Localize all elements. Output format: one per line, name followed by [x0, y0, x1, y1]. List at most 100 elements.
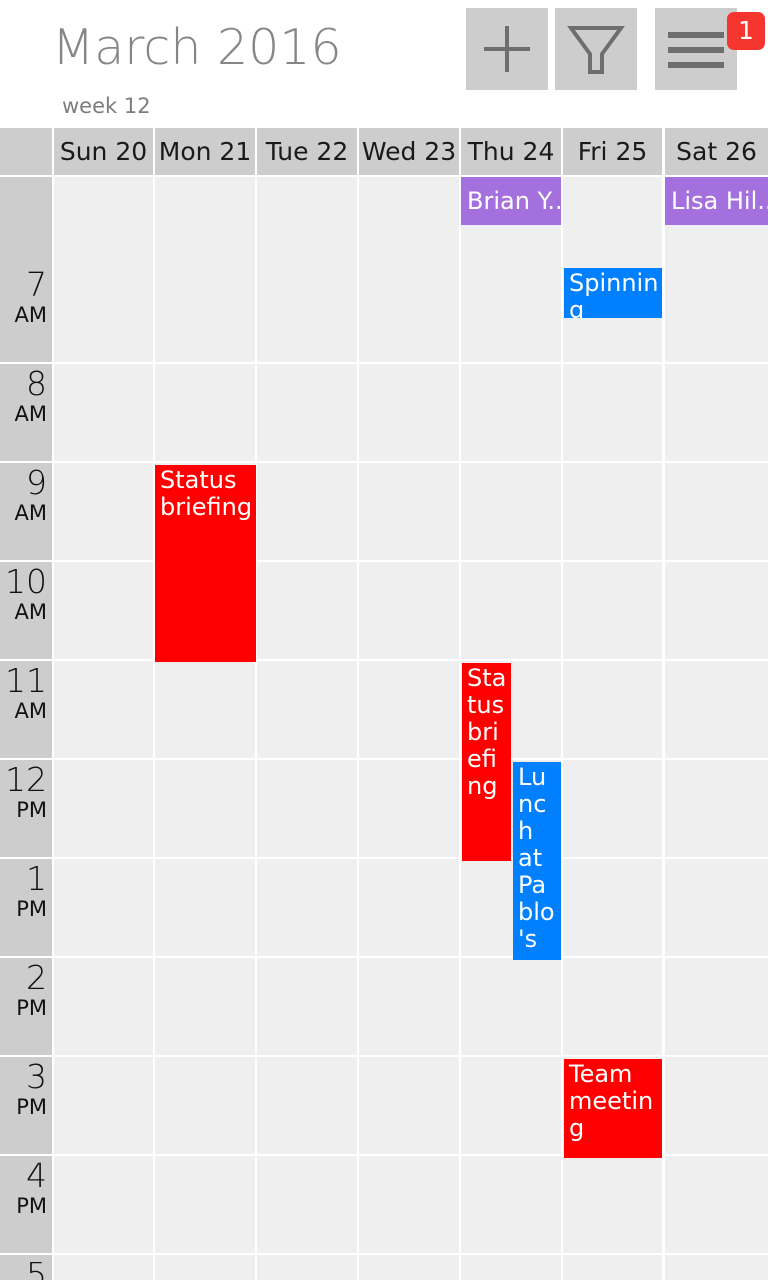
day-header-thu-24[interactable]: Thu 24 [461, 128, 561, 175]
day-header-sat-26[interactable]: Sat 26 [665, 128, 768, 175]
time-slot-cell[interactable] [54, 1156, 153, 1253]
time-slot-cell[interactable] [359, 1156, 459, 1253]
time-slot-cell[interactable] [54, 1255, 153, 1280]
hour-label-10am: 10 AM [0, 562, 52, 659]
hour-meridiem: PM [16, 1095, 47, 1119]
hour-number: 2 [26, 958, 47, 997]
time-slot-cell[interactable] [54, 463, 153, 560]
all-day-cell[interactable] [155, 177, 255, 265]
time-slot-cell[interactable] [665, 265, 768, 362]
time-slot-cell[interactable] [257, 364, 357, 461]
time-slot-cell[interactable] [461, 1057, 561, 1154]
time-slot-cell[interactable] [155, 760, 255, 857]
time-slot-cell[interactable] [54, 859, 153, 956]
time-slot-cell[interactable] [155, 661, 255, 758]
time-slot-cell[interactable] [563, 1255, 662, 1280]
time-slot-cell[interactable] [54, 661, 153, 758]
time-slot-cell[interactable] [461, 1255, 561, 1280]
time-slot-cell[interactable] [665, 562, 768, 659]
time-slot-cell[interactable] [563, 958, 662, 1055]
day-header-mon-21[interactable]: Mon 21 [155, 128, 255, 175]
time-slot-cell[interactable] [54, 958, 153, 1055]
all-day-cell[interactable] [563, 177, 662, 265]
time-slot-cell[interactable] [461, 1156, 561, 1253]
calendar-event[interactable]: Status briefing [155, 465, 256, 662]
hour-number: 4 [26, 1156, 47, 1195]
time-slot-cell[interactable] [54, 760, 153, 857]
all-day-event[interactable]: Lisa Hil... [665, 177, 768, 225]
day-header-fri-25[interactable]: Fri 25 [563, 128, 662, 175]
time-slot-cell[interactable] [54, 562, 153, 659]
time-slot-cell[interactable] [54, 364, 153, 461]
time-slot-cell[interactable] [155, 958, 255, 1055]
time-slot-cell[interactable] [257, 1156, 357, 1253]
time-slot-cell[interactable] [563, 1156, 662, 1253]
time-slot-cell[interactable] [359, 1255, 459, 1280]
time-slot-cell[interactable] [461, 265, 561, 362]
time-slot-cell[interactable] [257, 1057, 357, 1154]
hour-label-11am: 11 AM [0, 661, 52, 758]
time-slot-cell[interactable] [563, 562, 662, 659]
time-slot-cell[interactable] [155, 364, 255, 461]
time-slot-cell[interactable] [257, 958, 357, 1055]
time-slot-cell[interactable] [257, 562, 357, 659]
time-slot-cell[interactable] [359, 661, 459, 758]
time-slot-cell[interactable] [155, 859, 255, 956]
time-slot-cell[interactable] [359, 760, 459, 857]
time-slot-cell[interactable] [359, 364, 459, 461]
hour-label-12pm: 12 PM [0, 760, 52, 857]
time-slot-cell[interactable] [665, 661, 768, 758]
day-header-tue-22[interactable]: Tue 22 [257, 128, 357, 175]
all-day-cell[interactable] [54, 177, 153, 265]
time-slot-cell[interactable] [665, 958, 768, 1055]
funnel-icon [555, 8, 637, 90]
time-slot-cell[interactable] [665, 859, 768, 956]
time-slot-cell[interactable] [54, 1057, 153, 1154]
filter-button[interactable] [555, 8, 637, 90]
time-slot-cell[interactable] [257, 661, 357, 758]
time-slot-cell[interactable] [257, 463, 357, 560]
time-slot-cell[interactable] [359, 562, 459, 659]
all-day-cell[interactable] [359, 177, 459, 265]
time-slot-cell[interactable] [359, 265, 459, 362]
time-slot-cell[interactable] [461, 364, 561, 461]
time-slot-cell[interactable] [563, 364, 662, 461]
time-slot-cell[interactable] [461, 463, 561, 560]
time-slot-cell[interactable] [563, 760, 662, 857]
time-slot-cell[interactable] [155, 265, 255, 362]
time-slot-cell[interactable] [359, 1057, 459, 1154]
calendar-event[interactable]: Status briefing [462, 663, 511, 861]
time-slot-cell[interactable] [461, 958, 561, 1055]
calendar-event[interactable]: Spinning [564, 268, 662, 318]
time-slot-cell[interactable] [665, 1156, 768, 1253]
day-header-wed-23[interactable]: Wed 23 [359, 128, 459, 175]
time-slot-cell[interactable] [665, 463, 768, 560]
time-slot-cell[interactable] [359, 463, 459, 560]
time-slot-cell[interactable] [461, 562, 561, 659]
time-slot-cell[interactable] [665, 364, 768, 461]
time-slot-cell[interactable] [155, 1057, 255, 1154]
menu-button[interactable] [655, 8, 737, 90]
all-day-row: Brian Y... Lisa Hil... [0, 177, 768, 265]
time-slot-cell[interactable] [155, 1156, 255, 1253]
time-slot-cell[interactable] [257, 760, 357, 857]
calendar-event[interactable]: Team meeting [564, 1059, 662, 1158]
time-slot-cell[interactable] [665, 760, 768, 857]
time-slot-cell[interactable] [563, 661, 662, 758]
time-slot-cell[interactable] [665, 1255, 768, 1280]
all-day-cell[interactable] [257, 177, 357, 265]
add-event-button[interactable] [466, 8, 548, 90]
time-slot-cell[interactable] [563, 463, 662, 560]
time-slot-cell[interactable] [563, 859, 662, 956]
time-slot-cell[interactable] [54, 265, 153, 362]
day-header-sun-20[interactable]: Sun 20 [54, 128, 153, 175]
time-slot-cell[interactable] [359, 958, 459, 1055]
time-slot-cell[interactable] [257, 859, 357, 956]
time-slot-cell[interactable] [155, 1255, 255, 1280]
time-slot-cell[interactable] [257, 265, 357, 362]
time-slot-cell[interactable] [359, 859, 459, 956]
all-day-event[interactable]: Brian Y... [461, 177, 561, 225]
calendar-event[interactable]: Lunch at Pablo's [513, 762, 561, 960]
time-slot-cell[interactable] [257, 1255, 357, 1280]
time-slot-cell[interactable] [665, 1057, 768, 1154]
